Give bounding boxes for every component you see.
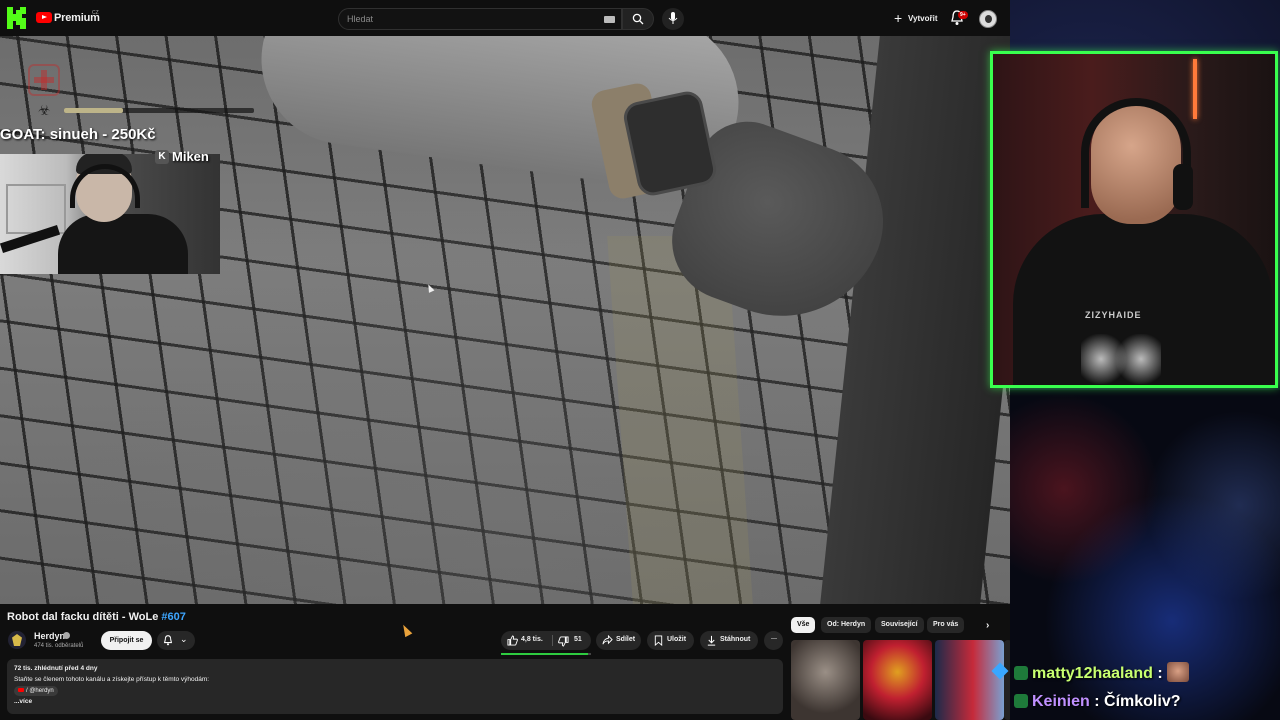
download-button[interactable]: Stáhnout [700, 631, 758, 650]
share-label: Sdílet [616, 636, 636, 643]
chat-separator: : [1152, 665, 1163, 682]
chat-message: matty12haaland : [1014, 662, 1190, 683]
video-title-text: Robot dal facku dítěti - WoLe [7, 611, 159, 623]
dislike-count: 51 [574, 636, 582, 643]
chip-for-you[interactable]: Pro vás [927, 617, 965, 633]
like-dislike-group: 4,8 tis. 51 [501, 631, 591, 650]
chevron-right-icon[interactable]: › [986, 620, 989, 631]
like-divider [552, 635, 553, 646]
search-placeholder: Hledat [347, 14, 374, 24]
chevron-down-icon: ⌄ [180, 634, 188, 644]
region-label: CZ [92, 10, 99, 16]
chat-message: Keinien : Čímkoliv? [1014, 693, 1180, 711]
related-video-thumbnail[interactable] [935, 640, 1004, 720]
channel-handle-link[interactable]: / @herdyn [14, 686, 58, 696]
subscription-bell-button[interactable]: ⌄ [157, 631, 195, 650]
show-more-link[interactable]: ...více [14, 698, 32, 705]
game-cursor-icon [425, 283, 435, 293]
verified-icon [63, 632, 70, 639]
screen: Premium CZ Hledat + Vytvořit 9+ ☣ GOAT: … [0, 0, 1280, 720]
kick-logo-icon[interactable] [5, 6, 29, 30]
hud-health-fill [64, 108, 123, 113]
share-button[interactable]: Sdílet [596, 631, 641, 650]
bell-icon [163, 635, 173, 646]
chat-username[interactable]: matty12haaland [1032, 665, 1153, 682]
shirt-print: ZIZYHAIDE [1085, 310, 1142, 320]
plus-icon: + [894, 10, 903, 26]
like-ratio-bar [501, 653, 591, 655]
dislike-button[interactable]: 51 [556, 631, 590, 650]
save-label: Uložit [667, 636, 687, 643]
hud-health-bar [64, 108, 254, 113]
chip-from-herdyn[interactable]: Od: Herdyn [821, 617, 872, 633]
goat-donation-text: GOAT: sinueh - 250Kč [0, 126, 156, 143]
related-video-thumbnail[interactable] [791, 640, 860, 720]
download-icon [707, 635, 716, 646]
headphone-cup [1173, 164, 1193, 210]
cam-name-label: Miken [172, 149, 209, 164]
keyboard-icon[interactable] [604, 16, 615, 23]
video-title: Robot dal facku dítěti - WoLe #607 [7, 611, 186, 623]
youtube-mini-icon [18, 688, 24, 693]
voice-search-button[interactable] [662, 8, 684, 30]
thumbs-down-icon [558, 636, 569, 647]
chat-badge-icon [1014, 666, 1028, 680]
channel-handle: / @herdyn [26, 688, 54, 694]
health-cross-icon [28, 64, 60, 96]
create-label: Vytvořit [908, 14, 938, 23]
chat-emote-icon [1167, 662, 1190, 682]
wall-pillar [820, 36, 1010, 604]
shirt-graphic [1081, 334, 1161, 384]
chip-related[interactable]: Související [875, 617, 924, 633]
thumbs-up-icon [507, 635, 518, 646]
biohazard-icon: ☣ [38, 102, 51, 118]
video-title-hashtag[interactable]: #607 [161, 611, 185, 623]
chat-separator: : [1089, 693, 1100, 710]
youtube-topbar: Premium CZ Hledat + Vytvořit 9+ [0, 0, 1010, 36]
notifications-badge: 9+ [958, 11, 968, 19]
share-icon [602, 635, 613, 645]
chat-text: Čímkoliv? [1099, 693, 1181, 710]
chip-all[interactable]: Vše [791, 617, 816, 633]
join-button[interactable]: Připojit se [101, 631, 152, 650]
description-box[interactable]: 72 tis. zhlédnutí před 4 dny Staňte se č… [7, 659, 783, 714]
mouse-cursor-icon [399, 622, 413, 638]
like-count: 4,8 tis. [521, 636, 543, 643]
views-and-date: 72 tis. zhlédnutí před 4 dny [14, 665, 98, 672]
more-actions-button[interactable]: ··· [764, 631, 783, 650]
channel-name[interactable]: Herdyn [34, 631, 65, 641]
streamer-webcam: ZIZYHAIDE [990, 51, 1278, 388]
chat-badge-icon [1014, 694, 1028, 708]
related-video-thumbnail[interactable] [863, 640, 932, 720]
neon-light [1193, 59, 1197, 119]
account-avatar[interactable] [979, 10, 997, 28]
youtube-logo-icon[interactable] [36, 12, 52, 23]
bookmark-icon [654, 635, 663, 646]
search-icon [632, 13, 644, 25]
webcam-overlay-left [0, 154, 220, 274]
search-button[interactable] [622, 8, 654, 30]
like-ratio-fill [501, 653, 589, 655]
microphone-icon [668, 12, 678, 24]
download-label: Stáhnout [720, 636, 751, 643]
kick-badge-icon: K [155, 150, 169, 164]
channel-subscribers: 474 tis. odběratelů [34, 643, 84, 649]
search-input[interactable]: Hledat [338, 8, 622, 30]
description-text: Staňte se členem tohoto kanálu a získejt… [14, 676, 210, 683]
channel-avatar[interactable] [8, 631, 26, 649]
chat-username[interactable]: Keinien [1032, 693, 1090, 710]
video-player[interactable]: ☣ GOAT: sinueh - 250Kč K Miken [0, 36, 1010, 604]
save-button[interactable]: Uložit [647, 631, 694, 650]
streamer-body [58, 214, 188, 274]
